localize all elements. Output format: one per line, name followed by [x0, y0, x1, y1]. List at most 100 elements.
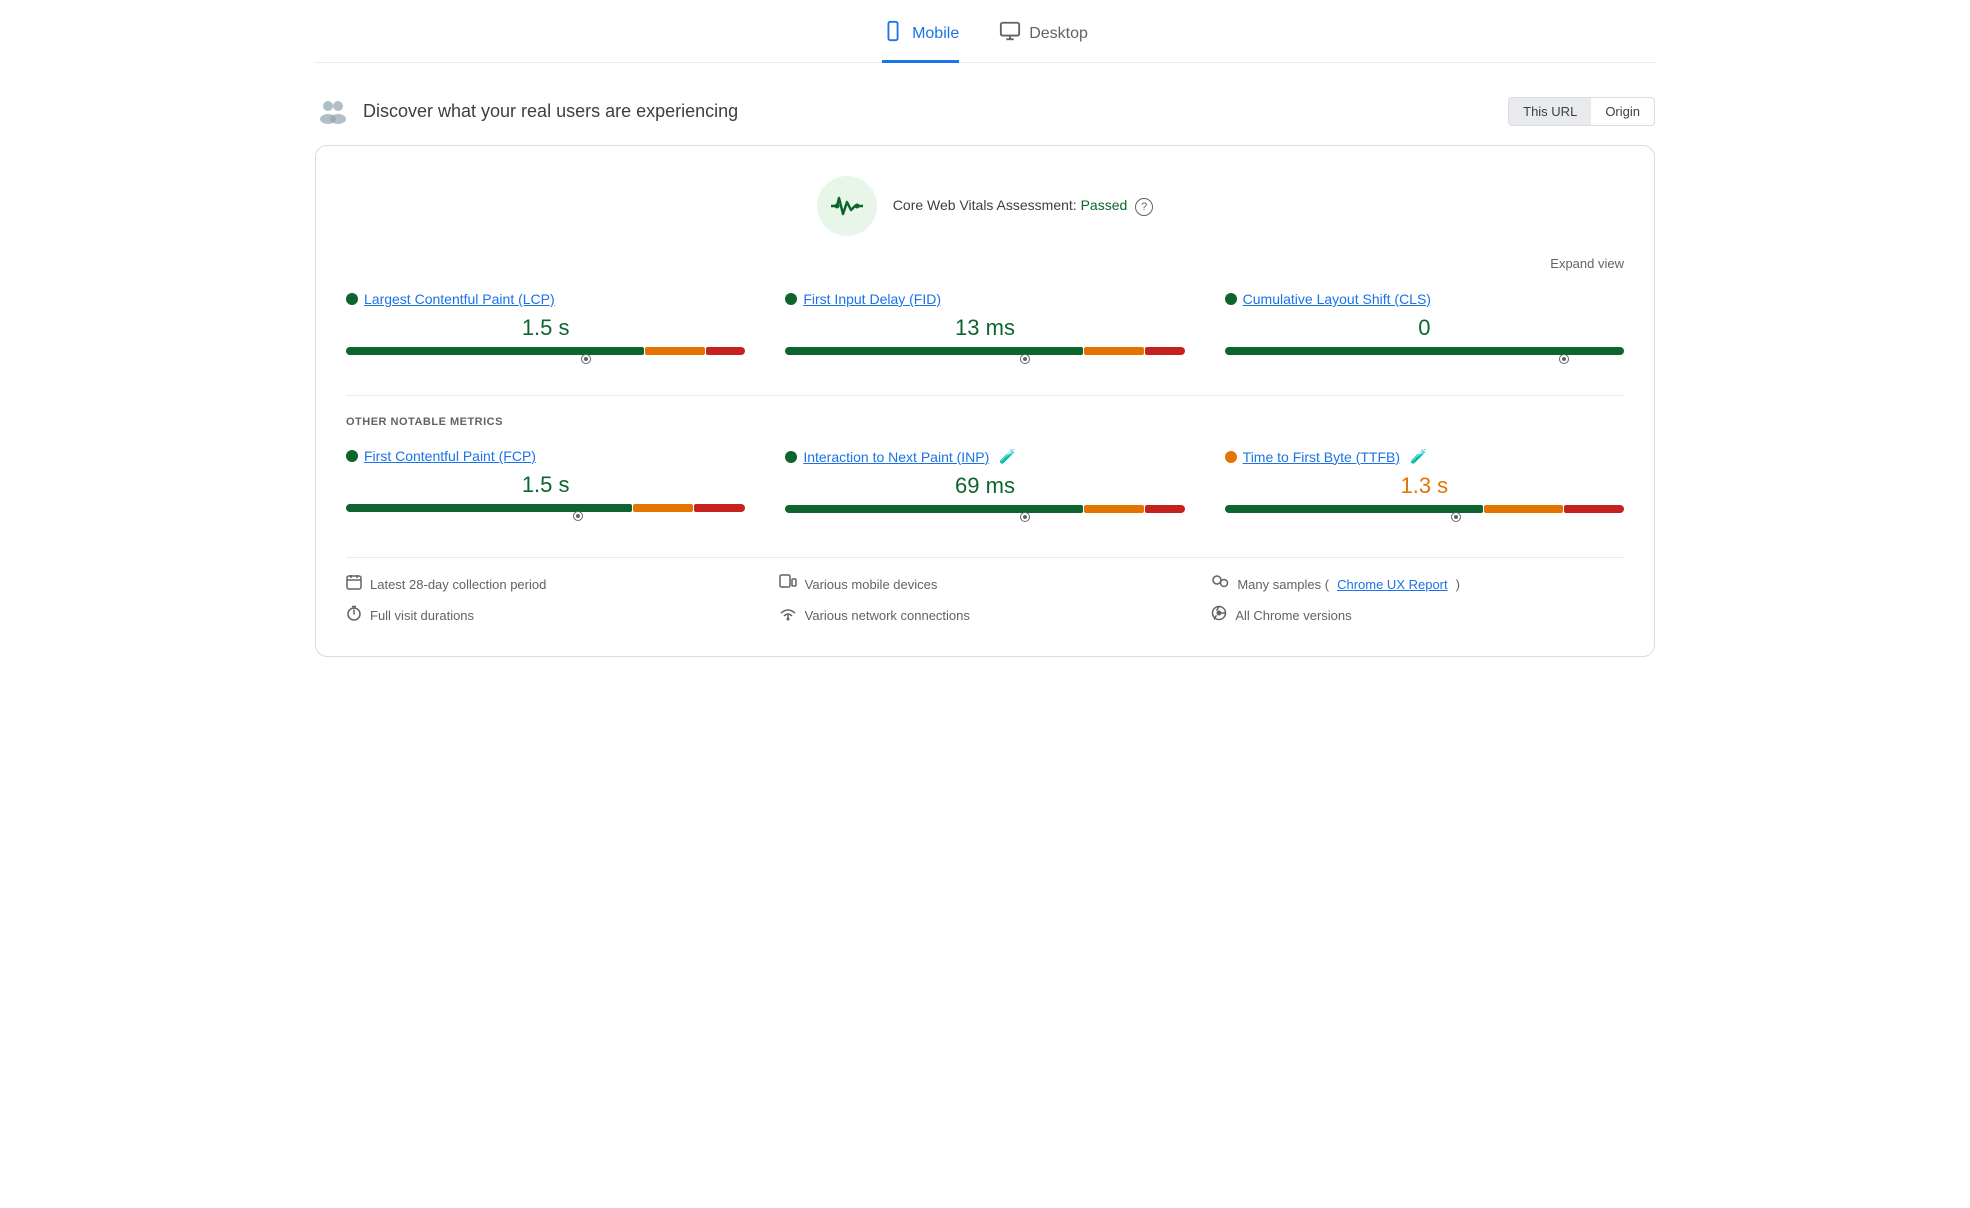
metric-fid-dot — [785, 293, 797, 305]
tab-desktop-label: Desktop — [1029, 25, 1088, 43]
divider — [346, 395, 1624, 396]
footer-samples-text: Many samples ( — [1237, 577, 1329, 592]
stopwatch-icon — [346, 605, 362, 626]
tab-mobile-label: Mobile — [912, 25, 959, 43]
metric-cls-dot — [1225, 293, 1237, 305]
users-avatar — [315, 93, 351, 129]
fcp-marker-container — [346, 512, 745, 528]
metrics-grid: Largest Contentful Paint (LCP) 1.5 s — [346, 291, 1624, 375]
ttfb-seg-green — [1225, 505, 1483, 513]
origin-button[interactable]: Origin — [1591, 98, 1654, 125]
metric-lcp-bar — [346, 347, 745, 371]
inp-seg-red — [1145, 505, 1185, 513]
footer-devices-text: Various mobile devices — [805, 577, 938, 592]
footer-collection: Latest 28-day collection period — [346, 574, 759, 595]
desktop-icon — [999, 20, 1021, 48]
this-url-button[interactable]: This URL — [1509, 98, 1591, 125]
inp-experiment-icon: 🧪 — [999, 448, 1016, 465]
inp-marker — [1021, 513, 1029, 521]
footer-duration-text: Full visit durations — [370, 608, 474, 623]
mobile-icon — [882, 20, 904, 48]
fid-marker-container — [785, 355, 1184, 371]
metric-ttfb-dot — [1225, 451, 1237, 463]
footer-chrome-text: All Chrome versions — [1235, 608, 1351, 623]
footer-network-text: Various network connections — [805, 608, 970, 623]
metric-lcp: Largest Contentful Paint (LCP) 1.5 s — [346, 291, 745, 375]
metric-lcp-label: Largest Contentful Paint (LCP) — [346, 291, 745, 307]
expand-view[interactable]: Expand view — [346, 256, 1624, 271]
metric-inp-label: Interaction to Next Paint (INP) 🧪 — [785, 448, 1184, 465]
network-icon — [779, 605, 797, 626]
tab-bar: Mobile Desktop — [315, 20, 1655, 63]
metric-cls-bar — [1225, 347, 1624, 371]
cls-marker — [1560, 355, 1568, 363]
metric-fcp-label: First Contentful Paint (FCP) — [346, 448, 745, 464]
metric-ttfb-bar — [1225, 505, 1624, 529]
metric-fid-bar — [785, 347, 1184, 371]
cls-marker-circle — [1560, 355, 1568, 363]
metric-ttfb-label: Time to First Byte (TTFB) 🧪 — [1225, 448, 1624, 465]
metric-cls-link[interactable]: Cumulative Layout Shift (CLS) — [1243, 291, 1431, 307]
metric-cls-label: Cumulative Layout Shift (CLS) — [1225, 291, 1624, 307]
other-metrics-grid: First Contentful Paint (FCP) 1.5 s — [346, 448, 1624, 533]
metric-cls-value: 0 — [1225, 315, 1624, 341]
lcp-marker — [582, 355, 590, 363]
cwv-title: Core Web Vitals Assessment: Passed ? — [893, 197, 1153, 216]
fcp-seg-red — [694, 504, 746, 512]
footer-duration: Full visit durations — [346, 605, 759, 626]
lcp-marker-circle — [582, 355, 590, 363]
metric-lcp-link[interactable]: Largest Contentful Paint (LCP) — [364, 291, 555, 307]
samples-icon — [1211, 574, 1229, 595]
inp-marker-circle — [1021, 513, 1029, 521]
footer-info: Latest 28-day collection period Various … — [346, 557, 1624, 626]
footer-samples-close: ) — [1456, 577, 1460, 592]
fcp-marker — [574, 512, 582, 520]
metric-inp-dot — [785, 451, 797, 463]
tab-mobile[interactable]: Mobile — [882, 20, 959, 63]
metric-inp-link[interactable]: Interaction to Next Paint (INP) — [803, 449, 989, 465]
inp-marker-container — [785, 513, 1184, 529]
metric-inp: Interaction to Next Paint (INP) 🧪 69 ms — [785, 448, 1184, 533]
metric-fid-value: 13 ms — [785, 315, 1184, 341]
metric-lcp-value: 1.5 s — [346, 315, 745, 341]
cwv-help-icon[interactable]: ? — [1135, 198, 1153, 216]
metric-fid-label: First Input Delay (FID) — [785, 291, 1184, 307]
metric-ttfb: Time to First Byte (TTFB) 🧪 1.3 s — [1225, 448, 1624, 533]
fcp-marker-circle — [574, 512, 582, 520]
fcp-seg-green — [346, 504, 632, 512]
fid-marker — [1021, 355, 1029, 363]
real-users-left: Discover what your real users are experi… — [315, 93, 738, 129]
ttfb-seg-orange — [1484, 505, 1563, 513]
url-origin-toggle: This URL Origin — [1508, 97, 1655, 126]
metric-inp-bar — [785, 505, 1184, 529]
metric-inp-value: 69 ms — [785, 473, 1184, 499]
metric-fid-link[interactable]: First Input Delay (FID) — [803, 291, 941, 307]
metric-fcp-link[interactable]: First Contentful Paint (FCP) — [364, 448, 536, 464]
main-card: Core Web Vitals Assessment: Passed ? Exp… — [315, 145, 1655, 657]
inp-seg-green — [785, 505, 1083, 513]
real-users-title: Discover what your real users are experi… — [363, 101, 738, 122]
chrome-icon — [1211, 605, 1227, 626]
fid-seg-red — [1145, 347, 1185, 355]
metric-ttfb-link[interactable]: Time to First Byte (TTFB) — [1243, 449, 1400, 465]
ttfb-marker-circle — [1452, 513, 1460, 521]
footer-devices: Various mobile devices — [779, 574, 1192, 595]
ttfb-experiment-icon: 🧪 — [1410, 448, 1427, 465]
metric-lcp-dot — [346, 293, 358, 305]
metric-fid: First Input Delay (FID) 13 ms — [785, 291, 1184, 375]
fcp-seg-orange — [633, 504, 693, 512]
inp-seg-orange — [1084, 505, 1144, 513]
metric-fcp: First Contentful Paint (FCP) 1.5 s — [346, 448, 745, 533]
cls-marker-container — [1225, 355, 1624, 371]
lcp-seg-green — [346, 347, 644, 355]
calendar-icon — [346, 574, 362, 595]
chrome-ux-link[interactable]: Chrome UX Report — [1337, 577, 1448, 592]
tab-desktop[interactable]: Desktop — [999, 20, 1088, 63]
metric-fcp-bar — [346, 504, 745, 528]
lcp-seg-red — [706, 347, 746, 355]
metric-cls: Cumulative Layout Shift (CLS) 0 — [1225, 291, 1624, 375]
footer-samples: Many samples ( Chrome UX Report) — [1211, 574, 1624, 595]
metric-fcp-value: 1.5 s — [346, 472, 745, 498]
lcp-marker-container — [346, 355, 745, 371]
cls-seg-green — [1225, 347, 1624, 355]
